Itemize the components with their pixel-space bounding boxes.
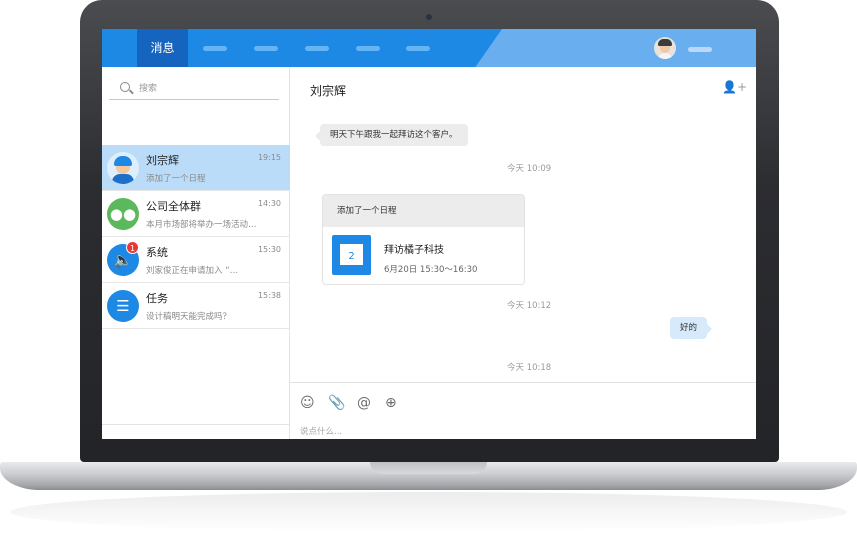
divider: [102, 424, 290, 425]
timestamp: 今天 10:12: [507, 301, 552, 311]
tab-placeholder[interactable]: [254, 46, 278, 51]
schedule-card[interactable]: 添加了一个日程 2 拜访橘子科技 6月20日 15:30～16:30: [322, 194, 525, 285]
add-icon[interactable]: ⊕: [385, 395, 397, 411]
conversation-preview: 本月市场部将举办一场活动…: [146, 220, 257, 230]
tab-placeholder[interactable]: [356, 46, 380, 51]
reflection: [10, 492, 847, 532]
card-title: 拜访橘子科技: [384, 245, 444, 256]
conversation-time: 15:38: [257, 291, 281, 300]
conversation-item[interactable]: ●● 公司全体群 14:30 本月市场部将举办一场活动…: [102, 191, 290, 237]
card-header: 添加了一个日程: [323, 195, 524, 227]
add-user-icon[interactable]: 👤+: [722, 80, 747, 94]
search-placeholder: 搜索: [139, 84, 158, 94]
emoji-icon[interactable]: ☺: [300, 395, 315, 411]
conversation-name: 公司全体群: [146, 200, 201, 213]
message-input[interactable]: 说点什么...: [300, 425, 342, 437]
attachment-icon[interactable]: 📎: [328, 395, 345, 411]
conversation-name: 刘宗辉: [146, 154, 179, 167]
conversation-preview: 添加了一个日程: [146, 174, 206, 184]
tab-messages[interactable]: 消息: [137, 29, 188, 67]
laptop-mockup: 消息 搜索 刘宗辉 19:15 添加了一个日程 ●● 公司全体群 14:30 本…: [0, 0, 857, 555]
timestamp: 今天 10:18: [507, 363, 552, 373]
calendar-icon: 2: [332, 235, 371, 275]
calendar-day: 2: [340, 248, 363, 265]
card-time: 6月20日 15:30～16:30: [384, 265, 478, 275]
tab-placeholder[interactable]: [406, 46, 430, 51]
conversation-item[interactable]: 🔈 1 系统 15:30 刘家俊正在申请加入 “…: [102, 237, 290, 283]
conversation-name: 系统: [146, 246, 168, 259]
conversation-preview: 刘家俊正在申请加入 “…: [146, 266, 239, 276]
conversation-item[interactable]: 刘宗辉 19:15 添加了一个日程: [102, 145, 290, 191]
message-bubble: 明天下午跟我一起拜访这个客户。: [315, 124, 468, 146]
conversation-preview: 设计稿明天能完成吗？: [146, 312, 232, 322]
search-input[interactable]: 搜索: [109, 77, 279, 100]
camera: [426, 14, 432, 20]
user-avatar: [107, 152, 139, 184]
conversation-name: 任务: [146, 292, 168, 305]
laptop-notch: [370, 462, 487, 474]
chat-panel: 刘宗辉 👤+ 明天下午跟我一起拜访这个客户。 今天 10:09 添加了一个日程 …: [290, 67, 756, 439]
message-bubble: 好的: [670, 317, 713, 339]
profile-name[interactable]: [688, 47, 712, 52]
app-screen: 消息 搜索 刘宗辉 19:15 添加了一个日程 ●● 公司全体群 14:30 本…: [102, 29, 756, 439]
group-icon: ●●: [107, 198, 139, 230]
task-icon: ☰: [107, 290, 139, 322]
conversation-time: 19:15: [257, 153, 281, 162]
nav-decor: [475, 29, 756, 67]
conversation-time: 14:30: [257, 199, 281, 208]
tab-placeholder[interactable]: [305, 46, 329, 51]
timestamp: 今天 10:09: [507, 164, 552, 174]
unread-badge: 1: [126, 241, 139, 254]
search-icon: [120, 82, 130, 92]
profile-avatar[interactable]: [654, 37, 676, 59]
conversation-time: 15:30: [257, 245, 281, 254]
top-nav: 消息: [102, 29, 756, 67]
conversation-item[interactable]: ☰ 任务 15:38 设计稿明天能完成吗？: [102, 283, 290, 329]
mention-icon[interactable]: @: [357, 395, 371, 411]
tab-placeholder[interactable]: [203, 46, 227, 51]
divider: [290, 382, 756, 383]
conversation-panel: 搜索 刘宗辉 19:15 添加了一个日程 ●● 公司全体群 14:30 本月市场…: [102, 67, 290, 439]
chat-title: 刘宗辉: [310, 84, 347, 98]
